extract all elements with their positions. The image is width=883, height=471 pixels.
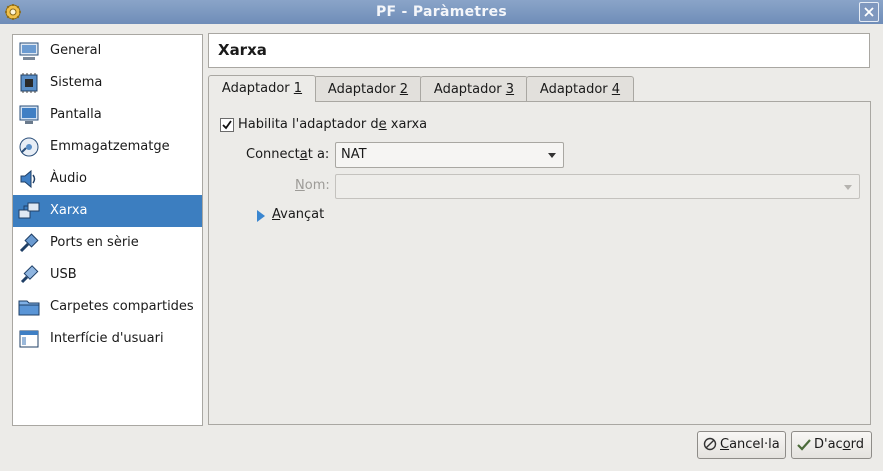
tab-label: Adaptador 4 [539, 82, 621, 97]
sidebar-item-label: Xarxa [50, 203, 88, 218]
sidebar-item-label: USB [50, 267, 77, 282]
attached-to-select[interactable]: NAT [335, 142, 564, 168]
cancel-icon [703, 437, 717, 451]
checkmark-icon [222, 120, 232, 130]
checkmark-icon [797, 439, 811, 451]
page-title: Xarxa [218, 41, 267, 59]
monitor-icon [19, 42, 39, 60]
display-icon [19, 105, 39, 124]
tab-adaptador-2[interactable]: Adaptador 2 [314, 76, 422, 101]
cancel-button[interactable]: Cancel·la [697, 431, 786, 459]
ok-label: D'acord [814, 437, 865, 452]
tab-adaptador-1[interactable]: Adaptador 1 [208, 75, 316, 102]
usb-icon [20, 265, 39, 284]
settings-dialog: General Sistema Pantalla Emmagatzematge … [0, 24, 883, 471]
sidebar-item-label: Ports en sèrie [50, 235, 139, 250]
attached-to-value: NAT [341, 147, 367, 162]
sidebar-item-general[interactable]: General [13, 35, 202, 67]
sidebar-item-label: Pantalla [50, 107, 102, 122]
tab-adaptador-3[interactable]: Adaptador 3 [420, 76, 528, 101]
attached-to-label: Connectat a: [246, 147, 330, 162]
folder-icon [18, 300, 40, 316]
tab-label: Adaptador 2 [327, 82, 409, 97]
speaker-icon [20, 169, 36, 189]
window-icon [19, 330, 39, 348]
sidebar-item-carpetes-compartides[interactable]: Carpetes compartides [13, 291, 202, 323]
disk-icon [19, 137, 39, 157]
sidebar-item-sistema[interactable]: Sistema [13, 67, 202, 99]
name-select[interactable] [335, 174, 860, 199]
adapter-panel: Habilita l'adaptador de xarxa Connectat … [208, 101, 871, 425]
expand-arrow-icon[interactable] [257, 210, 265, 222]
network-icon [18, 202, 40, 219]
advanced-toggle[interactable]: Avançat [272, 207, 324, 222]
enable-adapter-label[interactable]: Habilita l'adaptador de xarxa [238, 117, 427, 132]
sidebar-item-label: Sistema [50, 75, 103, 90]
sidebar-item-label: Carpetes compartides [50, 299, 194, 314]
name-label: Nom: [295, 178, 330, 193]
close-icon [864, 7, 874, 17]
tab-label: Adaptador 1 [221, 81, 303, 96]
serial-port-icon [19, 233, 39, 253]
chip-icon [20, 73, 38, 93]
sidebar-item-label: Emmagatzematge [50, 139, 170, 154]
sidebar-item-label: Àudio [50, 171, 87, 186]
chevron-down-icon [844, 185, 852, 190]
sidebar-item-interficie-usuari[interactable]: Interfície d'usuari [13, 323, 202, 355]
sidebar-item-label: General [50, 43, 102, 58]
tab-label: Adaptador 3 [433, 82, 515, 97]
sidebar-item-emmagatzematge[interactable]: Emmagatzematge [13, 131, 202, 163]
sidebar-item-ports-en-serie[interactable]: Ports en sèrie [13, 227, 202, 259]
ok-button[interactable]: D'acord [791, 431, 872, 459]
settings-sidebar: General Sistema Pantalla Emmagatzematge … [12, 34, 203, 426]
sidebar-item-usb[interactable]: USB [13, 259, 202, 291]
enable-adapter-checkbox[interactable] [220, 118, 234, 132]
chevron-down-icon [548, 153, 556, 158]
sidebar-item-pantalla[interactable]: Pantalla [13, 99, 202, 131]
window-title: PF - Paràmetres [375, 4, 508, 20]
sidebar-item-label: Interfície d'usuari [50, 331, 164, 346]
tab-adaptador-4[interactable]: Adaptador 4 [526, 76, 634, 101]
sidebar-item-xarxa[interactable]: Xarxa [13, 195, 202, 227]
sidebar-item-audio[interactable]: Àudio [13, 163, 202, 195]
cancel-label: Cancel·la [720, 437, 780, 452]
close-button[interactable] [859, 2, 879, 22]
page-header: Xarxa [208, 33, 870, 68]
title-bar: PF - Paràmetres [0, 0, 883, 24]
